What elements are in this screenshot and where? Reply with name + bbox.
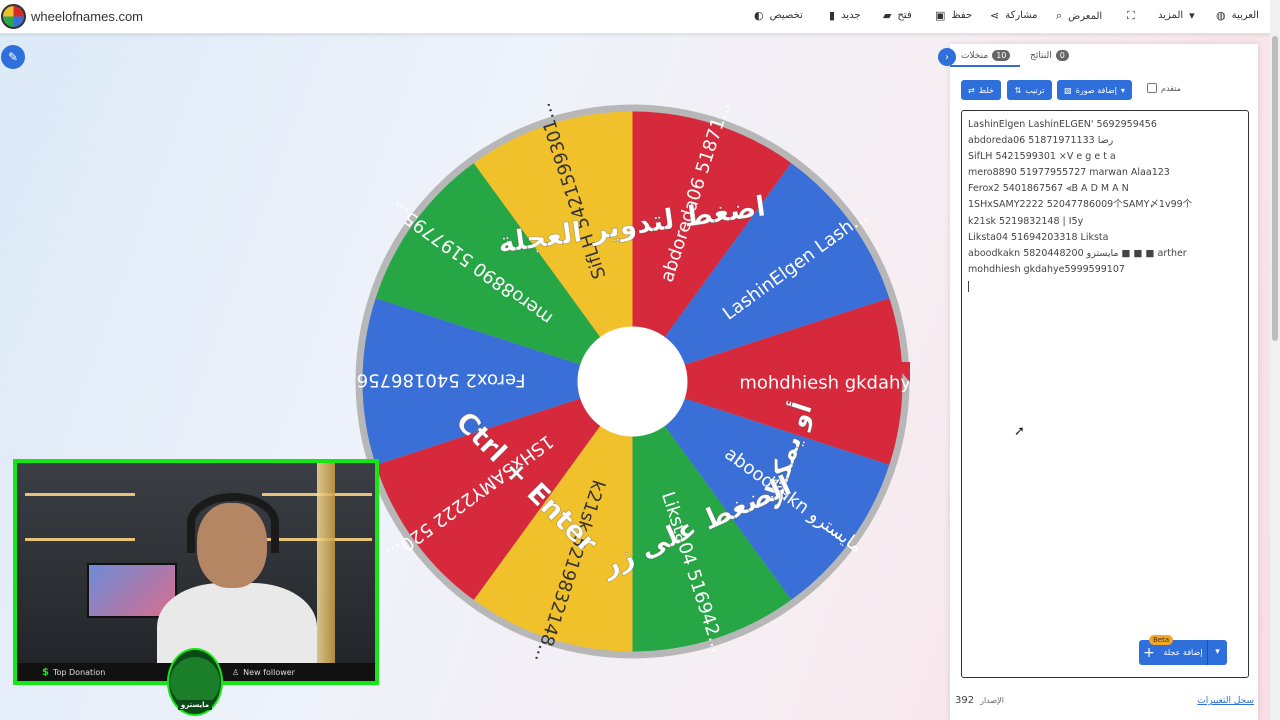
streamer-badge: مايسترو	[167, 648, 223, 716]
mouse-cursor-icon: ➚	[1014, 424, 1025, 439]
edit-pencil-icon[interactable]: ✎	[1, 45, 25, 69]
active-tab-indicator	[950, 65, 1020, 67]
site-logo-icon[interactable]	[1, 4, 26, 29]
entry-line: SifLH 5421599301 ×V e g e t a	[968, 151, 1116, 163]
entry-line: abdoreda06 51871971133 رضا	[968, 135, 1114, 147]
dollar-icon: $	[42, 666, 49, 678]
add-image-button[interactable]: ▧ إضافة صورة ▾	[1057, 80, 1132, 100]
wheel-center[interactable]	[577, 326, 688, 437]
language-button[interactable]: ◍ العربية	[1216, 9, 1259, 22]
beta-badge: Beta	[1149, 635, 1174, 645]
save-icon: ▣	[935, 9, 946, 22]
entries-panel: › منخلات 10 النتائج 0 ⇄ خلط ⇅ ترتيب ▧ إض…	[938, 44, 1258, 720]
open-button[interactable]: ▰ فتح	[883, 9, 912, 22]
entries-count-badge: 10	[992, 50, 1011, 61]
plus-icon: +	[1143, 644, 1155, 661]
entry-line: Ferox2 5401867567 ⫷B A D M A N	[968, 183, 1129, 195]
save-button[interactable]: ▣ حفظ	[935, 9, 972, 22]
sort-button[interactable]: ⇅ ترتيب	[1007, 80, 1052, 100]
webcam-lamp	[317, 463, 335, 681]
shuffle-button[interactable]: ⇄ خلط	[961, 80, 1001, 100]
new-file-icon: ▮	[829, 9, 836, 22]
sort-icon: ⇅	[1014, 85, 1022, 95]
new-button[interactable]: ▮ جديد	[829, 9, 861, 22]
user-icon: ♙	[232, 667, 240, 677]
results-count-badge: 0	[1055, 50, 1069, 61]
search-icon: ⌕	[1056, 9, 1063, 22]
version-number: 392	[955, 695, 975, 706]
share-icon: ⋖	[990, 9, 1000, 22]
share-button[interactable]: ⋖ مشاركة	[990, 9, 1038, 22]
panel-tabs: › منخلات 10 النتائج 0	[938, 44, 1258, 68]
entry-line: aboodkakn 5820448200 مايسترو ■ ■ ■ arthe…	[968, 247, 1187, 259]
version-label: الإصدار	[980, 696, 1004, 705]
page-scrollbar[interactable]	[1270, 0, 1280, 720]
wheel-segment-label: Ferox2 540186756...	[355, 370, 525, 391]
tab-entries[interactable]: منخلات 10	[961, 50, 1011, 61]
wheel-svg[interactable]: mohdhiesh gkdahy...aboodkakn مايستروLiks…	[340, 99, 926, 665]
folder-icon: ▰	[883, 9, 892, 22]
globe-icon: ◍	[1216, 9, 1226, 22]
fullscreen-button[interactable]: ⛶	[1127, 9, 1135, 23]
caret-down-icon: ▾	[1189, 9, 1195, 22]
entry-line: mero8890 51977955727 marwan Alaa123	[968, 167, 1170, 179]
gallery-button[interactable]: ⌕ المعرض	[1056, 9, 1102, 23]
version-info: 392 الإصدار	[955, 695, 1004, 706]
add-wheel-dropdown-icon[interactable]: ▾	[1207, 640, 1227, 665]
shuffle-icon: ⇄	[968, 85, 975, 95]
palette-icon: ◐	[754, 9, 764, 22]
customize-button[interactable]: ◐ تخصيص	[754, 9, 803, 22]
top-navbar: wheelofnames.com ◐ تخصيص ▮ جديد ▰ فتح ▣ …	[0, 0, 1270, 34]
entry-line: LashinElgen LashinELGEN' 5692959456	[968, 119, 1157, 130]
new-follower: ♙ New follower	[232, 667, 295, 677]
entries-textarea[interactable]: LashinElgen LashinELGEN' 5692959456 abdo…	[961, 110, 1249, 678]
site-name[interactable]: wheelofnames.com	[31, 9, 143, 24]
entry-line: k21sk 5219832148 | I5y	[968, 215, 1084, 227]
wheel[interactable]: mohdhiesh gkdahy... aboodkakn مايسترو Liks…	[340, 99, 926, 665]
entry-line: 1SHxSAMY2222 52047786009个SAMY〆1v99个	[968, 199, 1193, 211]
advanced-toggle[interactable]: متقدم	[1147, 83, 1181, 93]
entry-line: Liksta04 51694203318 Liksta	[968, 231, 1109, 243]
wheel-segment-label: mohdhiesh gkdahy...	[739, 373, 910, 394]
changelog-link[interactable]: سجل التغييرات	[1197, 696, 1254, 706]
headset-icon	[187, 493, 279, 553]
scrollbar-thumb[interactable]	[1272, 36, 1278, 341]
entry-line: mohdhiesh gkdahye5999599107	[968, 263, 1125, 275]
more-menu-button[interactable]: المزيد ▾	[1158, 9, 1195, 22]
fullscreen-icon: ⛶	[1127, 9, 1135, 22]
advanced-checkbox[interactable]	[1147, 83, 1157, 93]
tab-results[interactable]: النتائج 0	[1030, 50, 1069, 61]
text-caret	[968, 280, 969, 292]
image-icon: ▧	[1064, 85, 1072, 95]
caret-down-icon: ▾	[1120, 85, 1125, 95]
top-donation: $ Top Donation	[42, 666, 106, 678]
collapse-panel-button[interactable]: ›	[938, 48, 956, 66]
